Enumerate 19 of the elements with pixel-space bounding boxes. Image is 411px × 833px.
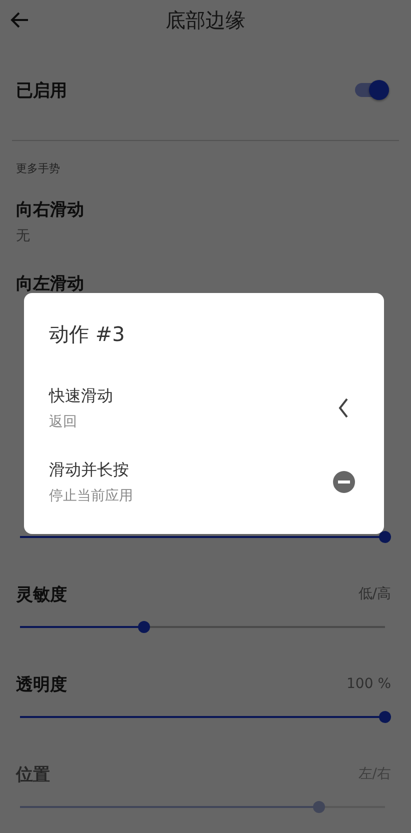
slider-thumb[interactable] bbox=[138, 621, 150, 633]
gesture-title: 向左滑动 bbox=[16, 273, 85, 295]
slider-thumb[interactable] bbox=[379, 711, 391, 723]
action-subtitle: 停止当前应用 bbox=[49, 486, 134, 504]
action-subtitle: 返回 bbox=[49, 412, 78, 430]
slider-label: 灵敏度 bbox=[16, 584, 67, 606]
page-title: 底部边缘 bbox=[166, 6, 246, 34]
gesture-title: 向右滑动 bbox=[16, 199, 85, 221]
back-arrow-icon[interactable] bbox=[10, 10, 30, 30]
action-title[interactable]: 快速滑动 bbox=[49, 386, 332, 406]
setting-label: 已启用 bbox=[16, 80, 67, 102]
slider-thumb[interactable] bbox=[379, 531, 391, 543]
dialog-title: 动作 #3 bbox=[49, 321, 126, 348]
slider-label: 透明度 bbox=[16, 674, 67, 696]
slider-label: 位置 bbox=[16, 764, 50, 786]
action-title[interactable]: 滑动并长按 bbox=[49, 460, 332, 480]
toggle-switch[interactable] bbox=[355, 79, 389, 101]
section-header: 更多手势 bbox=[16, 162, 60, 175]
minus-circle-icon bbox=[332, 470, 356, 494]
